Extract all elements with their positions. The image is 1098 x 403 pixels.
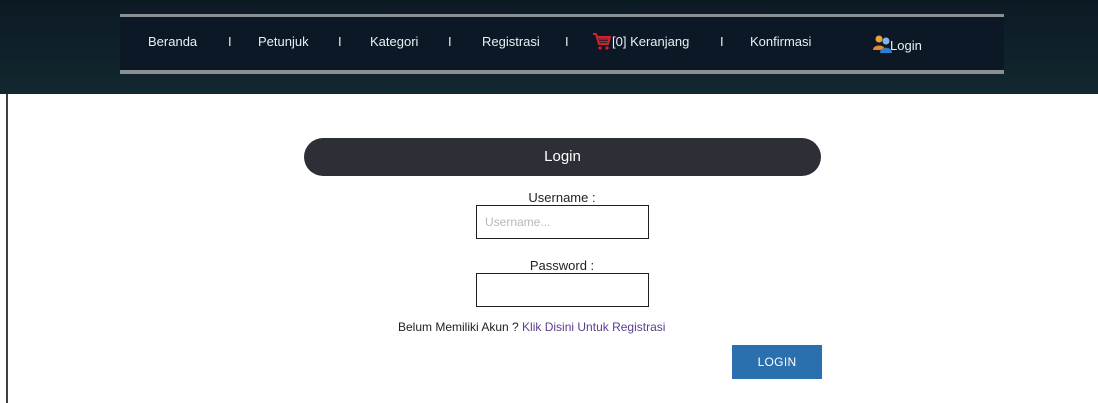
shopping-cart-icon — [593, 33, 612, 50]
nav-separator: I — [228, 34, 232, 49]
register-link[interactable]: Klik Disini Untuk Registrasi — [522, 320, 665, 334]
nav-separator: I — [448, 34, 452, 49]
nav-login[interactable]: Login — [872, 35, 922, 53]
nav-beranda[interactable]: Beranda — [148, 34, 197, 49]
users-icon — [873, 35, 892, 53]
username-input[interactable] — [476, 205, 649, 239]
nav-separator: I — [338, 34, 342, 49]
no-account-text: Belum Memiliki Akun ? — [398, 320, 523, 334]
password-input[interactable] — [476, 273, 649, 307]
nav-registrasi[interactable]: Registrasi — [482, 34, 540, 49]
login-title: Login — [304, 138, 821, 176]
nav-petunjuk[interactable]: Petunjuk — [258, 34, 309, 49]
main-navbar: Beranda I Petunjuk I Kategori I Registra… — [120, 14, 1004, 74]
left-edge-line — [6, 94, 8, 403]
password-label: Password : — [529, 258, 595, 273]
nav-kategori[interactable]: Kategori — [370, 34, 418, 49]
register-prompt: Belum Memiliki Akun ? Klik Disini Untuk … — [398, 320, 665, 334]
nav-separator: I — [565, 34, 569, 49]
nav-keranjang[interactable]: [0] Keranjang — [592, 33, 689, 50]
page: Beranda I Petunjuk I Kategori I Registra… — [0, 0, 1098, 403]
username-label: Username : — [528, 190, 596, 205]
nav-separator: I — [720, 34, 724, 49]
header-band: Beranda I Petunjuk I Kategori I Registra… — [0, 0, 1098, 94]
nav-konfirmasi[interactable]: Konfirmasi — [750, 34, 811, 49]
login-button[interactable]: LOGIN — [732, 345, 822, 379]
